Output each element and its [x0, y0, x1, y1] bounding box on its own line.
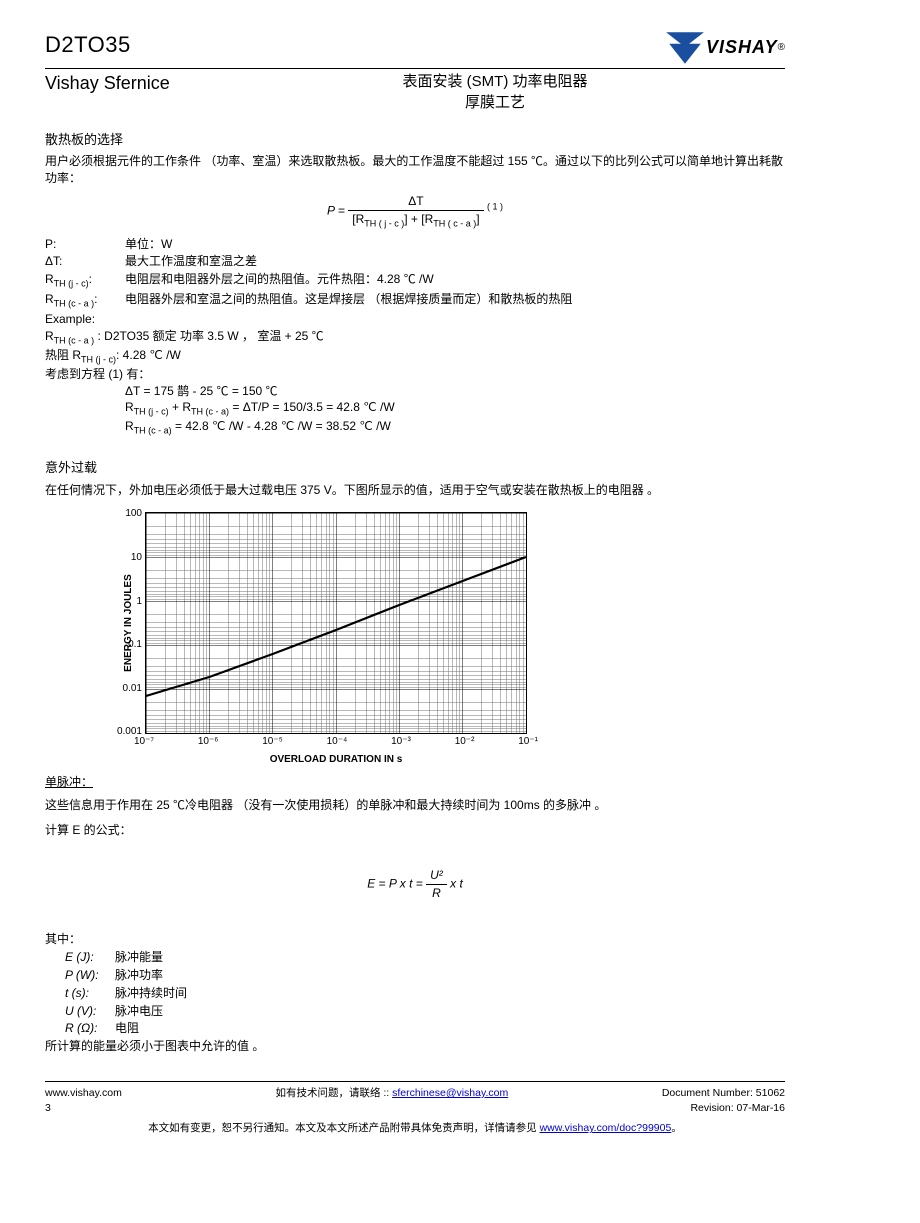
part-number: D2TO35: [45, 30, 664, 61]
where-label: 其中：: [45, 931, 785, 948]
legend-E: E (J):脉冲能量: [65, 949, 785, 966]
calc3: RTH (c - a) = 42.8 ℃ /W - 4.28 ℃ /W = 38…: [125, 418, 785, 437]
example-line3: 考虑到方程 (1) 有：: [45, 366, 785, 383]
brand-name: Vishay Sfernice: [45, 71, 265, 96]
overload-text: 在任何情况下，外加电压必须低于最大过载电压 375 V。下图所显示的值，适用于空…: [45, 482, 785, 499]
pulse-calc-label: 计算 E 的公式：: [45, 822, 785, 839]
legend-U: U (V):脉冲电压: [65, 1003, 785, 1020]
power-formula: P = ΔT [RTH ( j - c )] + [RTH ( c - a )]…: [45, 193, 785, 230]
footer-url: www.vishay.com: [45, 1086, 122, 1101]
def-Rjc: RTH (j - c): 电阻层和电阻器外层之间的热阻值。元件热阻：4.28 ℃…: [45, 271, 785, 290]
pulse-heading: 单脉冲：: [45, 774, 785, 791]
chart-plot-area: ENERGY IN JOULES OVERLOAD DURATION IN s …: [145, 512, 527, 734]
pulse-text: 这些信息用于作用在 25 ℃冷电阻器 （没有一次使用损耗）的单脉冲和最大持续时间…: [45, 797, 785, 814]
legend-P: P (W):脉冲功率: [65, 967, 785, 984]
heatsink-heading: 散热板的选择: [45, 131, 785, 149]
contact-email-link[interactable]: sferchinese@vishay.com: [392, 1087, 508, 1099]
page-header: D2TO35 VISHAY®: [45, 30, 785, 69]
x-ticks: 10⁻⁷ 10⁻⁶ 10⁻⁵ 10⁻⁴ 10⁻³ 10⁻² 10⁻¹: [134, 735, 538, 749]
y-ticks: 100 10 1 0.1 0.01 0.001: [106, 507, 142, 739]
def-dT: ΔT: 最大工作温度和室温之差: [45, 253, 785, 270]
vishay-logo: VISHAY®: [664, 30, 785, 66]
legend-R: R (Ω):电阻: [65, 1020, 785, 1037]
example-line1: RTH (c - a ) : D2TO35 额定 功率 3.5 W ， 室温 +…: [45, 328, 785, 347]
example-line2: 热阻 RTH (j - c): 4.28 ℃ /W: [45, 347, 785, 366]
heatsink-intro: 用户必须根据元件的工作条件 （功率、室温）来选取散热板。最大的工作温度不能超过 …: [45, 153, 785, 187]
subheader: Vishay Sfernice 表面安装 (SMT) 功率电阻器 厚膜工艺: [45, 71, 785, 113]
page-footer: www.vishay.com 3 如有技术问题，请联络 :: sferchine…: [45, 1086, 785, 1115]
calc2: RTH (j - c) + RTH (c - a) = ΔT/P = 150/3…: [125, 399, 785, 418]
pulse-note: 所计算的能量必须小于图表中允许的值 。: [45, 1038, 785, 1055]
footer-page: 3: [45, 1101, 122, 1116]
overload-heading: 意外过载: [45, 459, 785, 477]
x-axis-label: OVERLOAD DURATION IN s: [146, 753, 526, 767]
doc-number: Document Number: 51062: [662, 1086, 785, 1101]
energy-formula: E = P x t = U² R x t: [45, 867, 785, 902]
energy-chart: ENERGY IN JOULES OVERLOAD DURATION IN s …: [75, 512, 785, 734]
disclaimer-link[interactable]: www.vishay.com/doc?99905: [540, 1122, 672, 1134]
legend-t: t (s):脉冲持续时间: [65, 985, 785, 1002]
def-P: P: 单位：W: [45, 236, 785, 253]
disclaimer: 本文如有变更，恕不另行通知。本文及本文所述产品附带具体免责声明，详情请参见 ww…: [45, 1121, 785, 1136]
example-label: Example:: [45, 311, 785, 328]
def-Rca: RTH (c - a ): 电阻器外层和室温之间的热阻值。这是焊接层 （根据焊接…: [45, 291, 785, 310]
doc-title: 表面安装 (SMT) 功率电阻器 厚膜工艺: [265, 71, 725, 113]
revision: Revision: 07-Mar-16: [662, 1101, 785, 1116]
vishay-triangle-icon: [664, 30, 706, 66]
chart-series-line: [146, 513, 526, 733]
logo-text: VISHAY: [706, 35, 778, 60]
calc1: ΔT = 175 鹊 - 25 ℃ = 150 ℃: [125, 383, 785, 400]
